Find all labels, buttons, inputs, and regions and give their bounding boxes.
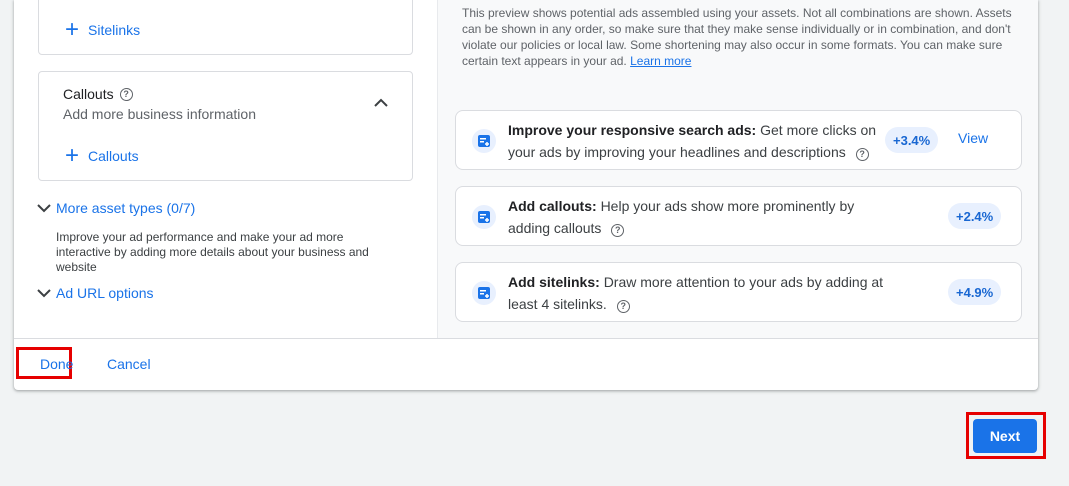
uplift-chip: +3.4%	[885, 127, 939, 153]
sitelinks-section: + Sitelinks	[38, 0, 413, 55]
done-button[interactable]: Done	[40, 356, 73, 372]
recommendation-text: Improve your responsive search ads: Get …	[508, 119, 884, 163]
recommendation-title: Add sitelinks:	[508, 274, 600, 290]
footer-divider	[14, 338, 1038, 339]
add-sitelinks-label: Sitelinks	[88, 22, 141, 38]
recommendation-card: Improve your responsive search ads: Get …	[455, 110, 1022, 170]
ad-url-options-toggle[interactable]: Ad URL options	[36, 285, 154, 301]
recommendation-icon	[472, 129, 496, 153]
ad-editor-card: + Sitelinks Callouts ? Add more business…	[14, 0, 1038, 390]
help-icon[interactable]: ?	[855, 148, 869, 161]
callouts-title-text: Callouts	[63, 86, 114, 102]
recommendation-card: Add sitelinks: Draw more attention to yo…	[455, 262, 1022, 322]
callouts-title: Callouts ?	[63, 86, 133, 102]
recommendation-text: Add callouts: Help your ads show more pr…	[508, 195, 884, 239]
cancel-button[interactable]: Cancel	[107, 356, 151, 372]
preview-notice-text: This preview shows potential ads assembl…	[462, 6, 1012, 68]
add-sitelinks-button[interactable]: + Sitelinks	[63, 16, 141, 43]
help-icon[interactable]: ?	[616, 300, 630, 313]
view-button[interactable]: View	[958, 130, 988, 146]
ad-url-options-label: Ad URL options	[56, 285, 154, 301]
add-callouts-button[interactable]: + Callouts	[63, 142, 139, 169]
chevron-down-icon	[37, 204, 51, 213]
recommendation-icon	[472, 205, 496, 229]
more-asset-types-description: Improve your ad performance and make you…	[56, 230, 369, 274]
plus-icon: +	[64, 142, 79, 169]
assets-panel: + Sitelinks Callouts ? Add more business…	[14, 0, 437, 338]
callouts-subtitle: Add more business information	[63, 106, 256, 122]
help-icon[interactable]: ?	[611, 224, 625, 237]
recommendation-text: Add sitelinks: Draw more attention to yo…	[508, 271, 884, 315]
recommendation-card: Add callouts: Help your ads show more pr…	[455, 186, 1022, 246]
callouts-section: Callouts ? Add more business information…	[38, 71, 413, 181]
uplift-chip: +4.9%	[948, 279, 1002, 305]
add-callouts-label: Callouts	[88, 148, 139, 164]
preview-notice: This preview shows potential ads assembl…	[462, 5, 1018, 69]
recommendation-title: Add callouts:	[508, 198, 597, 214]
more-asset-types-label: More asset types (0/7)	[56, 200, 196, 216]
chevron-up-icon[interactable]	[374, 96, 388, 110]
more-asset-types-toggle[interactable]: More asset types (0/7)	[36, 200, 195, 216]
ad-preview-panel: This preview shows potential ads assembl…	[437, 0, 1038, 338]
next-button[interactable]: Next	[973, 419, 1037, 453]
learn-more-link[interactable]: Learn more	[630, 54, 691, 68]
uplift-chip: +2.4%	[948, 203, 1002, 229]
help-icon[interactable]: ?	[119, 87, 133, 101]
plus-icon: +	[64, 16, 79, 43]
recommendation-title: Improve your responsive search ads:	[508, 122, 757, 138]
recommendation-icon	[472, 281, 496, 305]
chevron-down-icon	[37, 289, 51, 298]
